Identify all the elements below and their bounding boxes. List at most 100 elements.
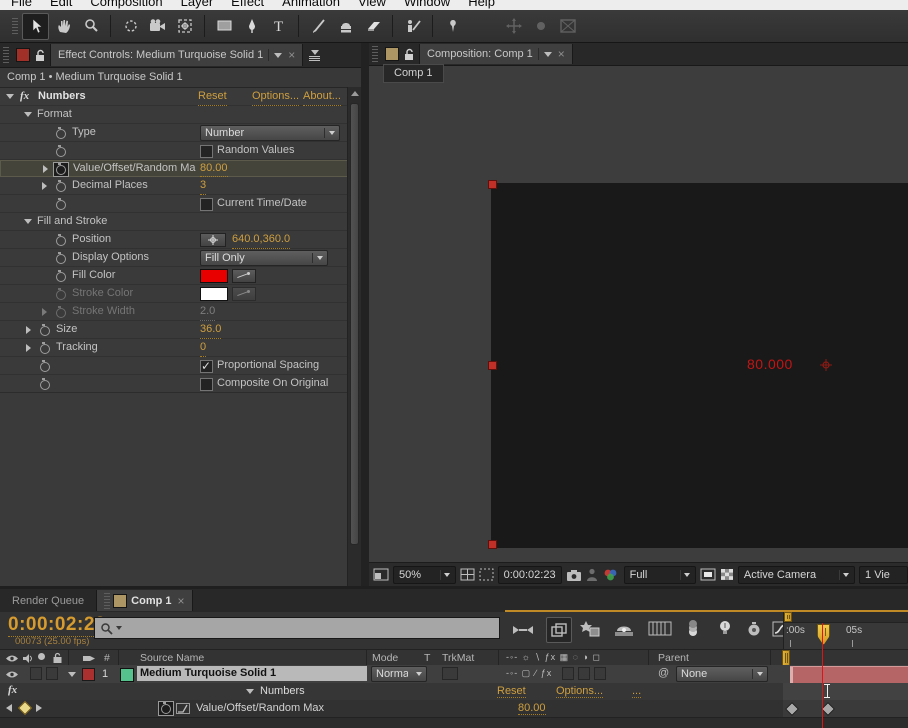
layer-solo-switch[interactable] (30, 667, 42, 680)
scroll-up-icon[interactable] (348, 87, 361, 100)
type-tool-icon[interactable]: T (266, 14, 291, 39)
fill-stroke-twirl-icon[interactable] (24, 219, 32, 224)
effect-numbers-row[interactable]: fx Numbers Reset Options... ... (0, 683, 908, 701)
random-values-checkbox[interactable] (200, 145, 213, 158)
tracking-value[interactable]: 0 (200, 339, 206, 357)
layer-adjustment-box[interactable] (578, 667, 590, 680)
layer-lock-switch[interactable] (46, 667, 58, 680)
brainstorm-icon[interactable] (716, 619, 734, 637)
hide-shy-layers-icon[interactable] (580, 620, 600, 638)
menu-window[interactable]: Window (395, 0, 459, 9)
decimal-value[interactable]: 3 (200, 177, 206, 195)
target-region-icon[interactable] (700, 566, 716, 584)
display-options-dropdown[interactable]: Fill Only (200, 250, 328, 266)
size-twirl-icon[interactable] (26, 326, 31, 334)
current-time-stopwatch-icon[interactable] (56, 200, 66, 210)
effect-row-track[interactable] (783, 683, 908, 700)
render-queue-tab[interactable]: Render Queue (0, 595, 96, 607)
composite-stopwatch-icon[interactable] (40, 380, 50, 390)
scrollbar-thumb[interactable] (350, 103, 359, 545)
parent-column-header[interactable]: Parent (658, 652, 689, 664)
motion-blur-icon[interactable] (648, 619, 672, 637)
trkmat-column-header[interactable]: TrkMat (442, 652, 474, 664)
hand-tool-icon[interactable] (51, 14, 76, 39)
layer-3d-box[interactable] (594, 667, 606, 680)
format-twirl-icon[interactable] (24, 112, 32, 117)
size-stopwatch-icon[interactable] (40, 326, 50, 336)
parent-dropdown[interactable]: None (676, 666, 768, 682)
effect-point-button[interactable] (200, 233, 226, 247)
current-time-checkbox[interactable] (200, 198, 213, 211)
auto-keyframe-icon[interactable] (746, 620, 762, 638)
previous-keyframe-icon[interactable] (6, 704, 12, 712)
timeline-reset-link[interactable]: Reset (497, 685, 526, 698)
draft-3d-icon[interactable] (546, 617, 572, 643)
lock-icon[interactable] (34, 49, 46, 62)
layer-motionblur-box[interactable] (562, 667, 574, 680)
value-offset-value[interactable]: 80.00 (200, 161, 228, 177)
effect-controls-tab[interactable]: Effect Controls: Medium Turquoise Solid … (50, 44, 303, 66)
t-column-header[interactable]: T (424, 652, 430, 664)
layer-twirl-icon[interactable] (68, 672, 76, 677)
timeline-comp-tab[interactable]: Comp 1 × (96, 590, 192, 611)
roto-brush-tool-icon[interactable] (400, 14, 425, 39)
parent-pick-whip-icon[interactable]: @ (658, 667, 669, 679)
time-navigator-handle[interactable] (782, 650, 790, 666)
options-link[interactable]: Options... (252, 88, 299, 106)
position-value[interactable]: 640.0,360.0 (232, 231, 290, 249)
random-values-stopwatch-icon[interactable] (56, 147, 66, 157)
position-stopwatch-icon[interactable] (56, 236, 66, 246)
rectangle-tool-icon[interactable] (212, 14, 237, 39)
menu-layer[interactable]: Layer (172, 0, 223, 9)
tab-dropdown-icon[interactable] (544, 52, 552, 57)
layer-switches[interactable]: -◦- ▢ ∕ ƒx (506, 668, 552, 679)
effect-twirl-icon[interactable] (6, 94, 14, 99)
layer-name-selected[interactable]: Medium Turquoise Solid 1 (137, 666, 367, 681)
fill-color-eyedropper-icon[interactable] (232, 269, 256, 283)
tab-close-icon[interactable]: × (178, 596, 185, 606)
layer-duration-bar[interactable] (790, 666, 908, 683)
stroke-width-twirl-icon[interactable] (42, 308, 47, 316)
resolution-dropdown[interactable]: Full (624, 566, 696, 584)
effect-point-icon[interactable] (820, 359, 832, 371)
value-offset-stopwatch-box[interactable] (53, 162, 69, 177)
about-link[interactable]: About... (303, 88, 341, 106)
puppet-pin-tool-icon[interactable] (440, 14, 465, 39)
pen-tool-icon[interactable] (239, 14, 264, 39)
timeline-more-link[interactable]: ... (632, 685, 641, 698)
prop-value[interactable]: 80.00 (518, 702, 546, 715)
eraser-tool-icon[interactable] (360, 14, 385, 39)
fill-color-swatch[interactable] (200, 269, 228, 283)
clone-stamp-tool-icon[interactable] (333, 14, 358, 39)
search-options-icon[interactable] (116, 626, 122, 630)
frame-blend-icon[interactable] (614, 621, 634, 639)
expression-graph-icon[interactable] (176, 703, 190, 714)
value-offset-timeline-row[interactable]: Value/Offset/Random Max 80.00 (0, 700, 908, 718)
menu-effect[interactable]: Effect (222, 0, 273, 9)
display-options-stopwatch-icon[interactable] (56, 254, 66, 264)
menu-file[interactable]: File (2, 0, 41, 9)
menu-view[interactable]: View (349, 0, 395, 9)
proportional-checkbox[interactable] (200, 360, 213, 373)
tab-close-icon[interactable]: × (288, 50, 295, 60)
layer-label-chip[interactable] (82, 668, 95, 681)
layer-row[interactable]: 1 Medium Turquoise Solid 1 Normal -◦- ▢ … (0, 665, 908, 684)
transparency-grid-icon[interactable] (720, 566, 734, 584)
selection-handle-mid-left[interactable] (488, 361, 497, 370)
comp-selector-button[interactable]: Comp 1 (383, 64, 444, 83)
fill-color-stopwatch-icon[interactable] (56, 272, 66, 282)
region-of-interest-icon[interactable] (479, 566, 494, 584)
time-ruler[interactable]: :00s 05s (783, 612, 908, 649)
panel-menu-icon[interactable] (309, 50, 320, 61)
layer-trkmat-box[interactable] (442, 667, 458, 680)
selection-handle-top-left[interactable] (488, 180, 497, 189)
composite-checkbox[interactable] (200, 378, 213, 391)
safe-margins-icon[interactable] (460, 566, 475, 584)
menu-help[interactable]: Help (459, 0, 504, 9)
comp-mini-flowchart-icon[interactable] (512, 621, 534, 639)
brush-tool-icon[interactable] (306, 14, 331, 39)
tracking-twirl-icon[interactable] (26, 344, 31, 352)
layer-visibility-eye-icon[interactable] (5, 670, 19, 679)
playhead-line[interactable] (822, 623, 823, 728)
size-value[interactable]: 36.0 (200, 321, 221, 339)
